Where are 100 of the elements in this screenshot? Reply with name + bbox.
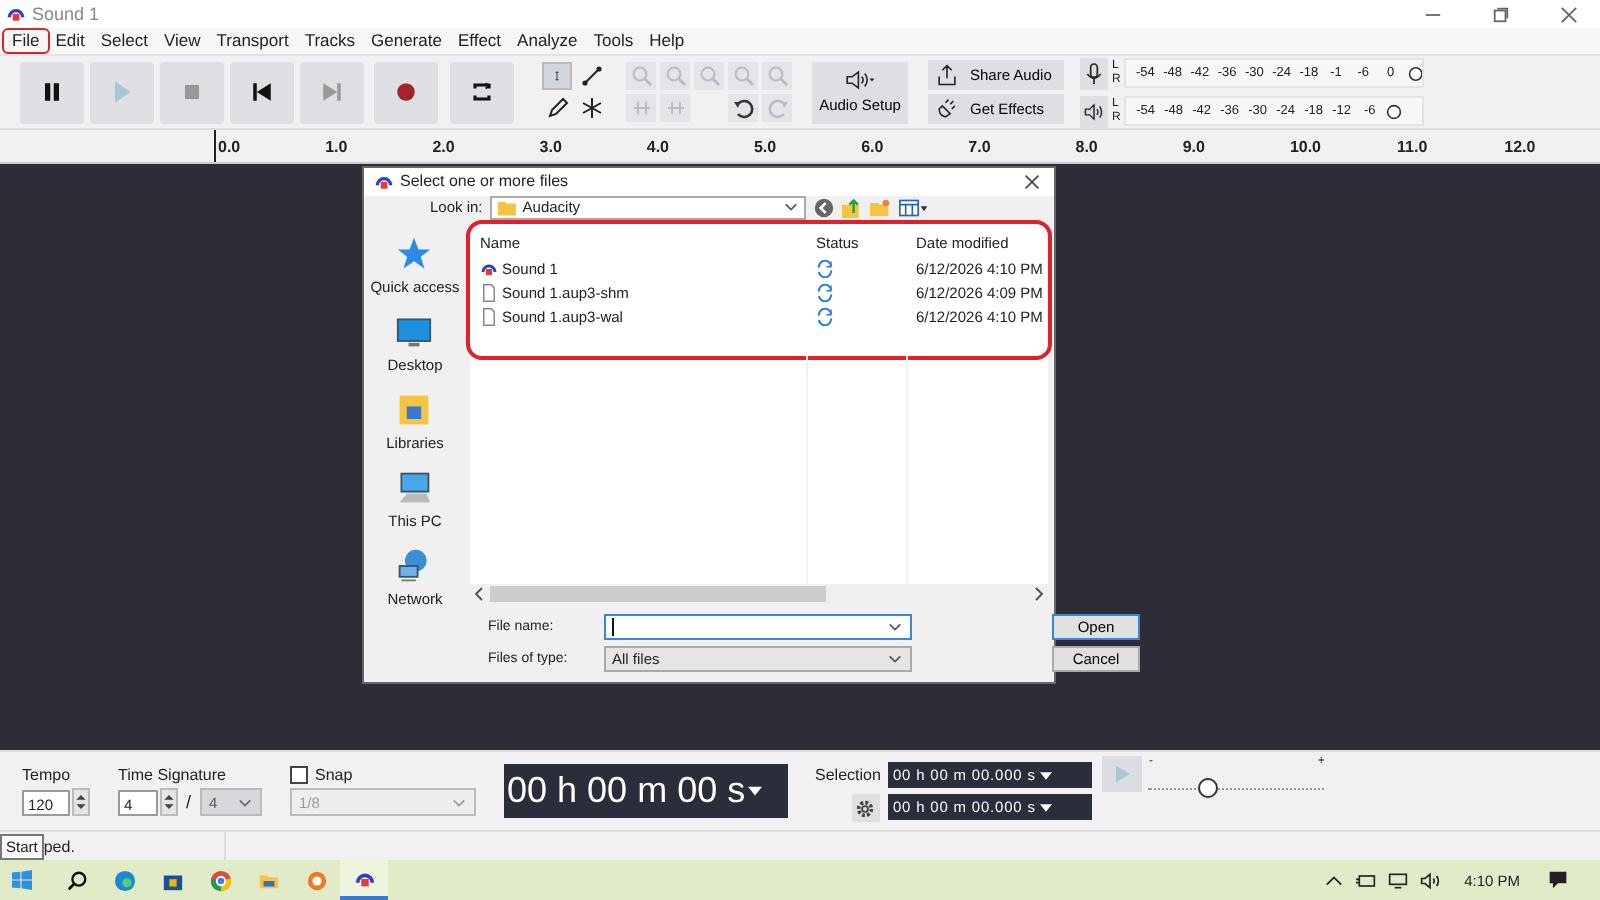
menu-item[interactable]: Help xyxy=(641,30,693,52)
settings-button[interactable] xyxy=(852,794,881,822)
undo-button[interactable] xyxy=(728,94,758,122)
device-icon[interactable] xyxy=(1356,871,1377,889)
audacity-taskbar-icon[interactable] xyxy=(340,860,388,900)
zoom-icon xyxy=(663,64,687,88)
caret-icon xyxy=(1039,803,1052,811)
spin-arrows-icon[interactable] xyxy=(74,790,88,814)
gear-icon xyxy=(854,797,877,819)
caret-icon xyxy=(1039,771,1052,779)
zoom-icon xyxy=(697,64,721,88)
menu-item[interactable]: View xyxy=(155,30,209,52)
trim-icon xyxy=(629,96,653,120)
up-folder-icon[interactable] xyxy=(842,197,863,218)
scroll-left-icon[interactable] xyxy=(474,586,486,602)
record-icon xyxy=(392,78,420,106)
folder-icon xyxy=(498,199,517,216)
pause-button[interactable] xyxy=(20,61,84,123)
status-text: ped. xyxy=(43,837,77,855)
menu-item[interactable]: Generate xyxy=(363,30,450,52)
zoom-icon xyxy=(629,64,653,88)
network-icon[interactable] xyxy=(1388,871,1409,889)
star-icon xyxy=(396,236,433,272)
meter-knob-icon[interactable] xyxy=(1386,103,1403,119)
loop-button[interactable] xyxy=(450,61,514,123)
scroll-right-icon[interactable] xyxy=(1032,586,1044,602)
snap-checkbox[interactable] xyxy=(289,766,308,784)
time-signature-label: Time Signature xyxy=(118,766,228,784)
menu-item[interactable]: File xyxy=(4,30,48,52)
upload-icon xyxy=(936,64,958,86)
envelope-tool-button[interactable] xyxy=(576,62,606,90)
zoom-icon xyxy=(765,64,789,88)
menu-item[interactable]: Tracks xyxy=(296,30,364,52)
play-icon xyxy=(1112,764,1133,784)
speed-slider-thumb[interactable] xyxy=(1198,778,1219,798)
ruler-label: 3.0 xyxy=(539,137,564,155)
spin-arrows-icon[interactable] xyxy=(162,790,176,814)
tempo-label: Tempo xyxy=(22,766,73,784)
file-name-field[interactable] xyxy=(604,614,912,640)
dialog-title: Select one or more files xyxy=(400,172,569,191)
desktop-icon xyxy=(396,314,433,350)
chevron-down-icon xyxy=(451,797,466,807)
sync-icon xyxy=(816,283,834,301)
chevron-down-icon xyxy=(888,654,902,664)
ruler-label: 9.0 xyxy=(1182,137,1207,155)
notification-icon[interactable] xyxy=(1548,870,1568,890)
app-logo-icon xyxy=(6,4,26,24)
ruler-label: 2.0 xyxy=(432,137,457,155)
trim-icon xyxy=(663,96,687,120)
speaker-icon xyxy=(1084,99,1104,123)
menu-item[interactable]: Analyze xyxy=(509,30,586,52)
undo-icon xyxy=(731,96,755,120)
meter-knob-icon[interactable] xyxy=(1407,65,1423,81)
pencil-icon xyxy=(545,96,569,120)
asterisk-icon xyxy=(579,96,603,120)
menu-item[interactable]: Select xyxy=(92,30,156,52)
menu-item[interactable]: Transport xyxy=(208,30,297,52)
close-icon[interactable] xyxy=(1560,5,1578,23)
zoom-icon xyxy=(731,64,755,88)
microphone-icon xyxy=(1084,61,1104,85)
microphone-button[interactable] xyxy=(1080,57,1108,89)
envelope-icon xyxy=(579,64,603,88)
library-icon xyxy=(396,392,433,428)
computer-icon xyxy=(396,470,433,506)
view-menu-icon[interactable] xyxy=(898,197,931,218)
window-title: Sound 1 xyxy=(32,4,100,24)
redo-icon xyxy=(765,96,789,120)
ruler-label: 1.0 xyxy=(325,137,350,155)
volume-icon[interactable] xyxy=(1420,871,1441,889)
ruler-label: 6.0 xyxy=(861,137,886,155)
skip-start-button[interactable] xyxy=(230,61,294,123)
maximize-icon[interactable] xyxy=(1492,5,1510,23)
speaker-icon xyxy=(844,70,876,90)
horizontal-scrollbar[interactable] xyxy=(470,584,1048,604)
ruler-label: 5.0 xyxy=(753,137,779,155)
app-logo-icon xyxy=(480,259,498,277)
speaker-button[interactable] xyxy=(1080,95,1108,127)
chevron-up-icon[interactable] xyxy=(1324,871,1345,889)
chevron-down-icon xyxy=(237,797,252,807)
app-logo-icon xyxy=(374,171,394,192)
draw-tool-button[interactable] xyxy=(542,94,572,122)
menu-item[interactable]: Edit xyxy=(47,30,93,52)
record-button[interactable] xyxy=(374,61,438,123)
ruler-label: 0.0 xyxy=(218,137,243,155)
back-icon[interactable] xyxy=(814,197,835,218)
chevron-down-icon xyxy=(888,622,902,632)
ruler-label: 11.0 xyxy=(1397,137,1430,155)
menu-item[interactable]: Tools xyxy=(585,30,642,52)
skip-end-icon xyxy=(318,78,346,106)
windows-start-icon[interactable] xyxy=(12,870,32,890)
network-icon xyxy=(396,548,433,584)
ruler-label: 4.0 xyxy=(646,137,671,155)
snap-label: Snap xyxy=(315,766,353,784)
time-display[interactable]: 00 h 00 m 00 s xyxy=(503,764,788,818)
menu-item[interactable]: Effect xyxy=(449,30,510,52)
close-icon[interactable] xyxy=(1024,173,1040,190)
caret-icon xyxy=(747,786,762,796)
sync-icon xyxy=(816,307,834,325)
loop-icon xyxy=(468,78,496,106)
selection-label: Selection xyxy=(815,765,881,783)
